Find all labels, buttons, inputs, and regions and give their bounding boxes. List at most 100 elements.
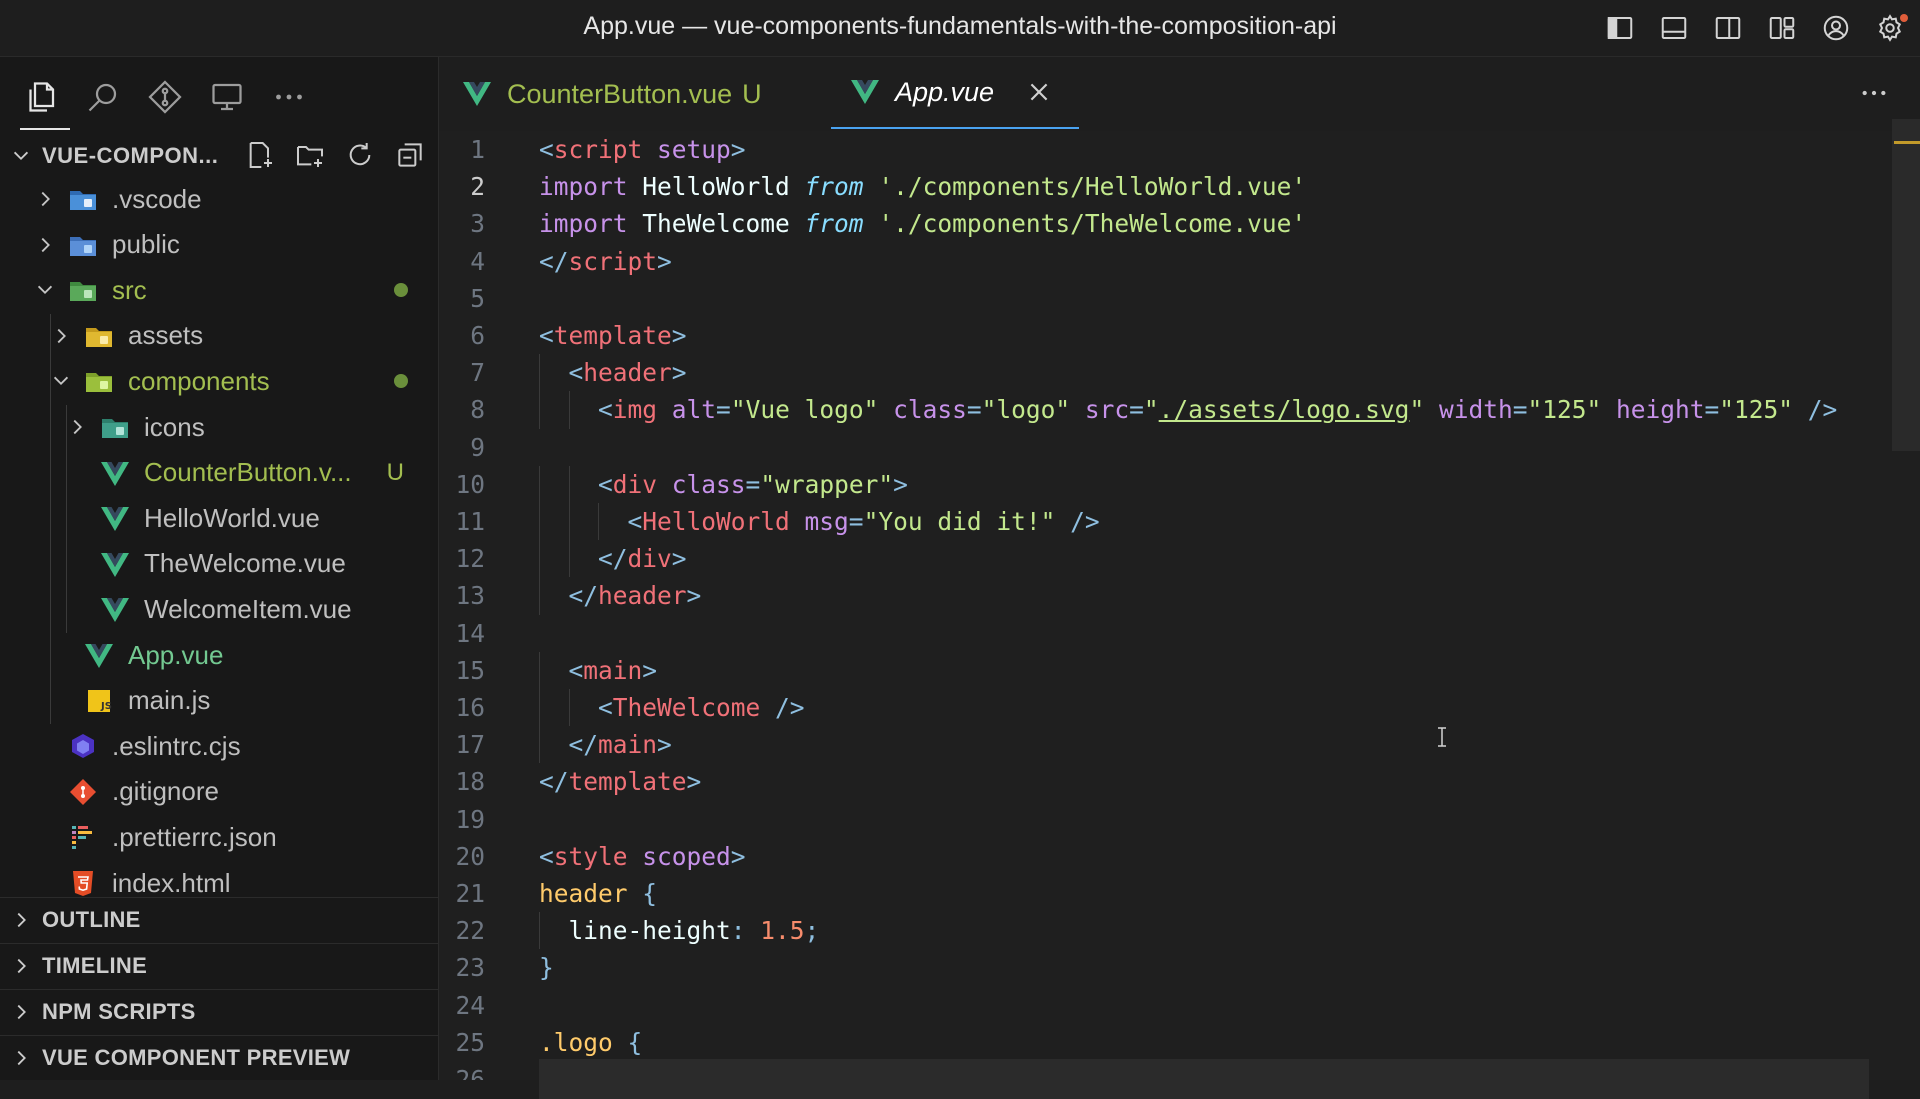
manage-gear-icon[interactable] — [1868, 8, 1912, 48]
code-token: './components/TheWelcome.vue' — [878, 209, 1307, 239]
tree-item[interactable]: public — [0, 223, 438, 267]
line-number: 25 — [455, 1027, 485, 1057]
explorer-header[interactable]: VUE-COMPON... — [0, 135, 438, 175]
code-line[interactable]: 7 <header> — [439, 354, 1889, 392]
code-line[interactable]: 6 <template> — [439, 317, 1889, 354]
line-number: 4 — [470, 246, 485, 276]
tree-item[interactable]: App.vue — [0, 633, 438, 677]
tree-item[interactable]: JS main.js — [0, 679, 438, 723]
code-content: <style scoped> — [539, 838, 746, 875]
code-line[interactable]: 18 </template> — [439, 763, 1889, 800]
tree-item[interactable]: .vscode — [0, 177, 438, 221]
git-file-icon — [70, 778, 96, 805]
chevron-right-icon[interactable] — [50, 325, 72, 347]
code-line[interactable]: 16 <TheWelcome /> — [439, 689, 1889, 727]
code-line[interactable]: 25 .logo { — [439, 1024, 1889, 1061]
code-token: > — [730, 841, 746, 871]
code-content: <img alt="Vue logo" class="logo" src="./… — [598, 391, 1837, 428]
remote-explorer-icon[interactable] — [208, 78, 246, 116]
panel-label: TIMELINE — [42, 953, 148, 978]
code-line[interactable]: 17 </main> — [439, 726, 1889, 764]
more-actions-icon[interactable] — [1858, 77, 1890, 109]
code-line[interactable]: 4 </script> — [439, 243, 1889, 280]
code-line[interactable]: 21 header { — [439, 875, 1889, 912]
code-line[interactable]: 19 — [439, 801, 1889, 838]
code-line[interactable]: 12 </div> — [439, 540, 1889, 578]
panel-npm-scripts[interactable]: NPM SCRIPTS — [0, 989, 438, 1034]
code-line[interactable]: 15 <main> — [439, 651, 1889, 689]
accounts-icon[interactable] — [1814, 8, 1858, 48]
code-line[interactable]: 22 line-height: 1.5; — [439, 912, 1889, 950]
code-line[interactable]: 20 <style scoped> — [439, 838, 1889, 875]
chevron-down-icon[interactable] — [34, 279, 56, 301]
code-line[interactable]: 14 — [439, 615, 1889, 652]
code-line[interactable]: 11 <HelloWorld msg="You did it!" /> — [439, 503, 1889, 541]
vscode-folder-icon — [68, 184, 98, 214]
line-number: 8 — [470, 395, 485, 425]
code-content: import HelloWorld from './components/Hel… — [539, 168, 1306, 205]
code-content: <TheWelcome /> — [598, 689, 805, 726]
new-file-icon[interactable] — [244, 139, 276, 171]
tab-counterbutton[interactable]: CounterButton.vue U — [463, 57, 762, 131]
code-token: > — [657, 730, 672, 760]
code-token: template — [553, 321, 672, 350]
minimap-slider[interactable] — [1892, 119, 1920, 451]
code-line[interactable]: 3 import TheWelcome from './components/Th… — [439, 205, 1889, 242]
tree-item[interactable]: .gitignore — [0, 770, 438, 814]
line-number: 7 — [470, 358, 485, 388]
code-token: alt — [657, 395, 717, 425]
code-editor[interactable]: 1 <script setup> 2 import HelloWorld from '… — [439, 131, 1889, 1080]
code-line[interactable]: 8 <img alt="Vue logo" class="logo" src=".… — [439, 391, 1889, 429]
chevron-down-icon[interactable] — [50, 370, 72, 392]
code-token: < — [598, 395, 613, 425]
tree-item[interactable]: src — [0, 268, 438, 312]
code-token: </ — [568, 730, 599, 760]
code-line[interactable]: 10 <div class="wrapper"> — [439, 465, 1889, 503]
indent-guide — [539, 726, 540, 764]
tree-item[interactable]: components — [0, 359, 438, 403]
collapse-all-icon[interactable] — [394, 139, 426, 171]
code-line[interactable]: 23} — [439, 949, 1889, 986]
chevron-right-icon[interactable] — [34, 188, 56, 210]
code-token: HelloWorld — [642, 507, 790, 536]
toggle-primary-sidebar-icon[interactable] — [1598, 8, 1642, 48]
chevron-right-icon[interactable] — [34, 234, 56, 256]
source-control-icon[interactable] — [146, 78, 184, 116]
code-line[interactable]: 2 import HelloWorld from './components/He… — [439, 168, 1889, 205]
code-token: line-height — [568, 916, 731, 946]
code-token: height — [1601, 395, 1705, 425]
code-line[interactable]: 1 <script setup> — [439, 131, 1889, 168]
new-folder-icon[interactable] — [294, 139, 326, 171]
refresh-icon[interactable] — [344, 139, 376, 171]
code-token: = — [745, 469, 761, 499]
panel-timeline[interactable]: TIMELINE — [0, 943, 438, 988]
customize-layout-icon[interactable] — [1760, 8, 1804, 48]
line-number: 1 — [470, 135, 485, 164]
tab-app-vue[interactable]: App.vue — [831, 57, 1079, 129]
toggle-panel-icon[interactable] — [1652, 8, 1696, 48]
code-token: "logo" — [981, 395, 1071, 425]
more-icon[interactable] — [270, 78, 308, 116]
code-line[interactable]: 5 — [439, 280, 1889, 317]
code-line[interactable]: 13 </header> — [439, 577, 1889, 615]
tree-item-label: .vscode — [112, 183, 202, 214]
close-icon[interactable] — [1026, 79, 1052, 105]
code-line[interactable]: 9 — [439, 429, 1889, 466]
toggle-secondary-sidebar-icon[interactable] — [1706, 8, 1750, 48]
explorer-icon[interactable] — [20, 78, 70, 130]
panel-vue-component-preview[interactable]: VUE COMPONENT PREVIEW — [0, 1035, 438, 1080]
chevron-down-icon[interactable] — [10, 145, 32, 167]
code-line[interactable]: 24 — [439, 987, 1889, 1024]
chevron-right-icon[interactable] — [66, 416, 88, 438]
tree-item[interactable]: .prettierrc.json — [0, 815, 438, 859]
tree-item[interactable]: .eslintrc.cjs — [0, 724, 438, 768]
tree-item-label: CounterButton.v... — [144, 457, 352, 488]
search-icon[interactable] — [84, 78, 122, 116]
indent-guide — [539, 503, 540, 541]
code-token: style — [553, 841, 628, 871]
code-content: <template> — [539, 317, 687, 354]
panel-outline[interactable]: OUTLINE — [0, 897, 438, 942]
tree-item[interactable]: assets — [0, 314, 438, 358]
indent-guide — [568, 391, 570, 429]
prettier-file-icon — [72, 826, 92, 850]
